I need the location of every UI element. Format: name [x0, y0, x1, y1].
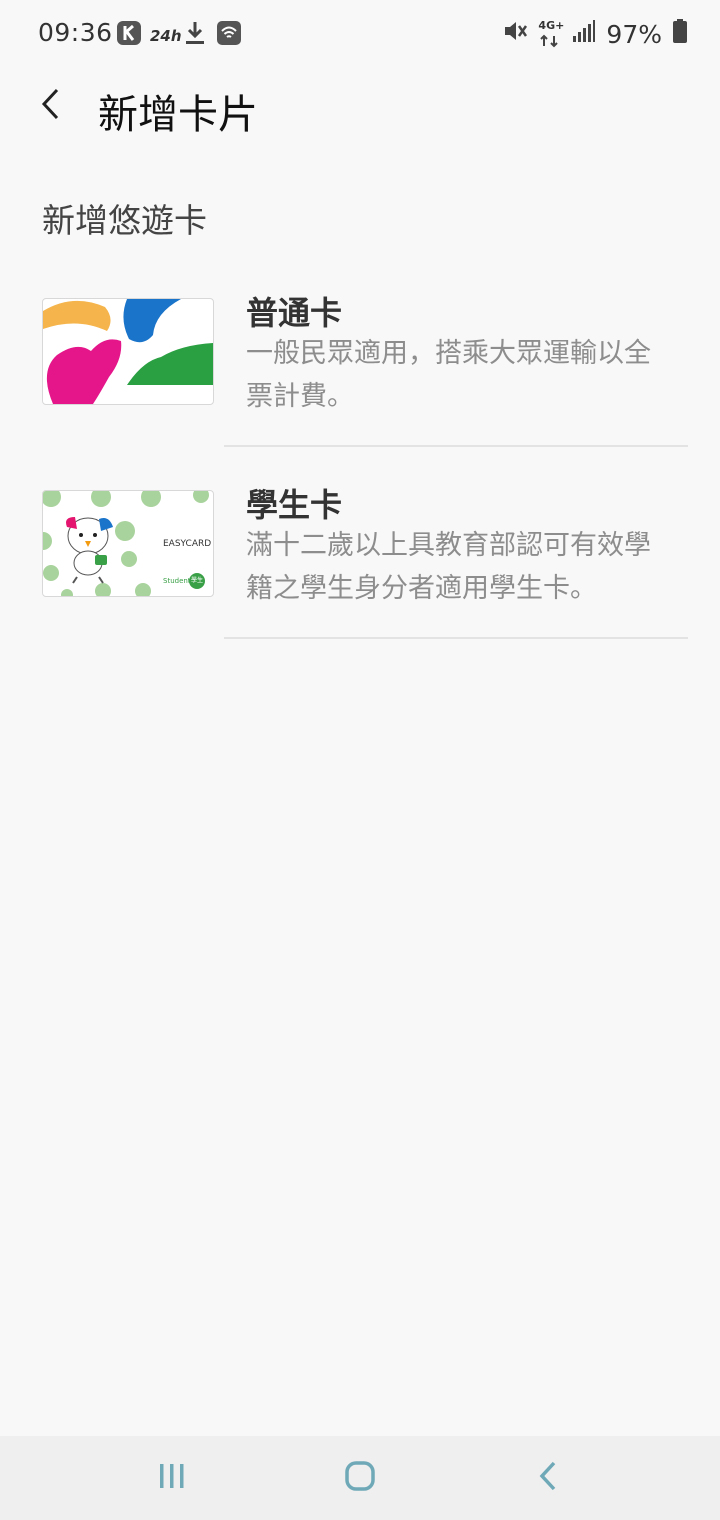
- app-bar: 新增卡片: [0, 70, 720, 150]
- status-bar: 09:36 24h 4G+ 97%: [0, 0, 720, 70]
- card-description: 一般民眾適用，搭乘大眾運輸以全票計費。: [246, 338, 651, 412]
- divider: [224, 637, 688, 639]
- home-button[interactable]: [330, 1454, 390, 1502]
- battery-percent: 97%: [606, 19, 662, 49]
- navigation-bar: [0, 1436, 720, 1520]
- student-card-thumbnail: EASYCARD Student 學生: [42, 490, 214, 597]
- status-time: 09:36: [38, 18, 113, 47]
- network-4g-icon: 4G+: [538, 19, 565, 48]
- page-title: 新增卡片: [98, 92, 258, 138]
- signal-icon: [572, 19, 596, 49]
- card-name: 學生卡: [246, 486, 343, 524]
- back-chevron-icon: [39, 87, 61, 125]
- card-name: 普通卡: [246, 294, 343, 332]
- home-icon: [344, 1460, 376, 1496]
- status-right-group: 4G+ 97%: [502, 18, 688, 50]
- divider: [224, 445, 688, 447]
- download-icon: [184, 20, 206, 52]
- wifi-calling-icon: [216, 20, 242, 52]
- card-option-student[interactable]: EASYCARD Student 學生 學生卡 滿十二歲以上具教育部認可有效學籍…: [0, 486, 720, 682]
- nav-back-button[interactable]: [518, 1454, 578, 1502]
- section-title: 新增悠遊卡: [42, 201, 207, 240]
- battery-icon: [672, 18, 688, 50]
- back-button[interactable]: [28, 84, 72, 128]
- recent-apps-button[interactable]: [142, 1454, 202, 1502]
- network-label: 4G+: [538, 19, 565, 32]
- back-icon: [536, 1460, 560, 1496]
- recent-apps-icon: [157, 1461, 187, 1495]
- regular-card-thumbnail: [42, 298, 214, 405]
- card-description: 滿十二歲以上具教育部認可有效學籍之學生身分者適用學生卡。: [246, 530, 651, 604]
- 24h-icon: 24h: [150, 27, 182, 45]
- k-app-icon: [116, 20, 142, 52]
- mute-icon: [502, 18, 528, 50]
- easycard-logo-text: EASYCARD: [163, 539, 212, 549]
- student-badge: 學生: [189, 573, 205, 589]
- card-option-regular[interactable]: 普通卡 一般民眾適用，搭乘大眾運輸以全票計費。: [0, 294, 720, 490]
- student-label: Student: [163, 577, 191, 585]
